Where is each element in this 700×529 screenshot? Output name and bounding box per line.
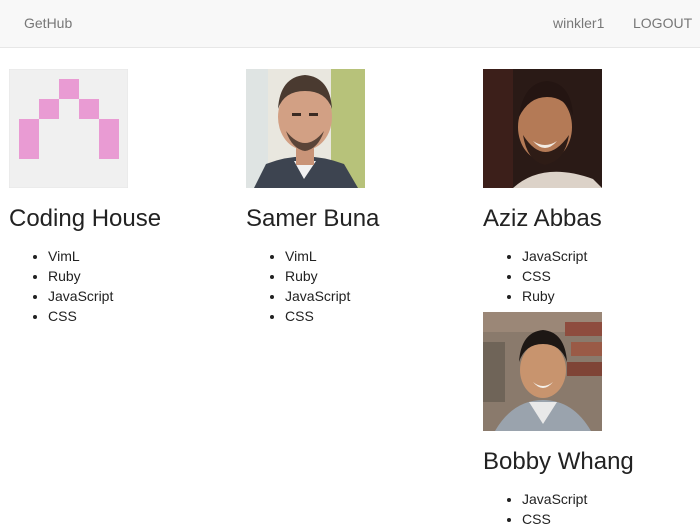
language-item: JavaScript [522, 246, 587, 266]
language-list: VimL Ruby JavaScript CSS [266, 246, 350, 326]
user-avatar[interactable] [483, 312, 602, 431]
user-name[interactable]: Bobby Whang [483, 448, 634, 476]
user-avatar[interactable] [483, 69, 602, 188]
language-item: Ruby [48, 266, 113, 286]
photo-avatar [483, 69, 602, 188]
user-name[interactable]: Samer Buna [246, 205, 379, 233]
language-item: Ruby [285, 266, 350, 286]
user-name[interactable]: Aziz Abbas [483, 205, 602, 233]
user-name[interactable]: Coding House [9, 205, 161, 233]
top-navbar: GetHub winkler1 LOGOUT [0, 0, 700, 48]
user-avatar[interactable] [9, 69, 128, 188]
language-item: CSS [522, 509, 587, 529]
language-item: VimL [48, 246, 113, 266]
photo-avatar [246, 69, 365, 188]
language-list: JavaScript CSS Ruby [503, 246, 587, 306]
language-list: JavaScript CSS [503, 489, 587, 529]
language-item: VimL [285, 246, 350, 266]
language-item: CSS [522, 266, 587, 286]
language-list: VimL Ruby JavaScript CSS [29, 246, 113, 326]
identicon-avatar [9, 69, 128, 188]
language-item: JavaScript [48, 286, 113, 306]
language-item: JavaScript [285, 286, 350, 306]
language-item: JavaScript [522, 489, 587, 509]
username-link[interactable]: winkler1 [553, 15, 604, 31]
brand-link[interactable]: GetHub [24, 15, 72, 31]
language-item: CSS [48, 306, 113, 326]
logout-link[interactable]: LOGOUT [633, 15, 692, 31]
language-item: Ruby [522, 286, 587, 306]
language-item: CSS [285, 306, 350, 326]
photo-avatar [483, 312, 602, 431]
user-avatar[interactable] [246, 69, 365, 188]
